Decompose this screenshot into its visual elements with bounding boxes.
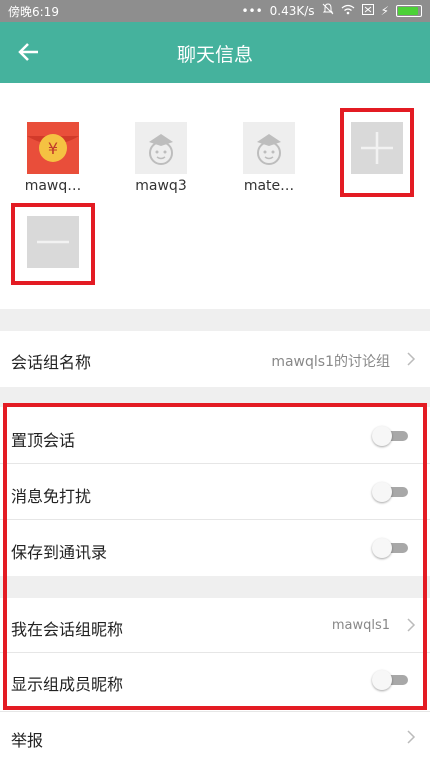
svg-text:¥: ¥ [48, 139, 58, 158]
my-nickname-label: 我在会话组昵称 [11, 620, 124, 639]
member-item[interactable]: mawq3 [121, 122, 201, 194]
plus-icon [361, 132, 393, 164]
show-member-nicknames-toggle[interactable] [372, 670, 408, 690]
more-dots-icon: ••• [241, 3, 263, 18]
save-to-contacts-row: 保存到通讯录 [0, 520, 430, 576]
save-to-contacts-toggle[interactable] [372, 538, 408, 558]
do-not-disturb-label: 消息免打扰 [11, 487, 92, 506]
minus-icon [37, 240, 69, 244]
group-name-value: mawqls1的讨论组 [271, 354, 390, 370]
battery-icon [396, 4, 422, 17]
chevron-right-icon [407, 618, 416, 632]
page-title: 聊天信息 [176, 44, 253, 66]
report-label: 举报 [11, 731, 44, 750]
no-sim-icon [361, 3, 374, 18]
red-envelope-yen-avatar: ¥ [27, 122, 79, 174]
member-name: mate… [243, 178, 295, 194]
group-name-row[interactable]: 会话组名称 mawqls1的讨论组 [0, 331, 430, 387]
remove-member-button[interactable] [27, 216, 79, 268]
pin-chat-label: 置顶会话 [11, 431, 76, 450]
network-speed: 0.43K/s [269, 3, 315, 18]
save-to-contacts-label: 保存到通讯录 [11, 543, 108, 562]
mute-bell-icon [322, 3, 334, 18]
member-item[interactable]: mate… [229, 122, 309, 194]
charging-icon: ⚡ [380, 3, 389, 18]
app-bar: 聊天信息 [0, 22, 430, 83]
my-nickname-row[interactable]: 我在会话组昵称 mawqls1 [0, 598, 430, 652]
section-gap [0, 387, 430, 407]
wifi-icon [341, 4, 355, 18]
report-row[interactable]: 举报 [0, 712, 430, 765]
status-time: 傍晚6:19 [8, 5, 59, 19]
member-item[interactable]: ¥ mawq… [13, 122, 93, 194]
member-name: mawq3 [135, 178, 187, 194]
my-nickname-value: mawqls1 [331, 618, 390, 633]
status-bar: 傍晚6:19 ••• 0.43K/s ⚡ [0, 0, 430, 22]
do-not-disturb-toggle[interactable] [372, 482, 408, 502]
default-cartoon-avatar [243, 122, 295, 174]
chevron-right-icon [407, 730, 416, 744]
default-cartoon-avatar [135, 122, 187, 174]
show-member-nicknames-row: 显示组成员昵称 [0, 653, 430, 708]
show-member-nicknames-label: 显示组成员昵称 [11, 675, 124, 694]
member-grid: ¥ mawq… mawq3 mate… [0, 83, 430, 309]
section-gap [0, 576, 430, 598]
member-name: mawq… [24, 178, 82, 194]
section-gap [0, 309, 430, 331]
group-name-label: 会话组名称 [11, 353, 92, 372]
pin-chat-toggle[interactable] [372, 426, 408, 446]
do-not-disturb-row: 消息免打扰 [0, 464, 430, 519]
add-member-button[interactable] [351, 122, 403, 174]
chevron-right-icon [407, 352, 416, 366]
pin-chat-row: 置顶会话 [0, 407, 430, 463]
